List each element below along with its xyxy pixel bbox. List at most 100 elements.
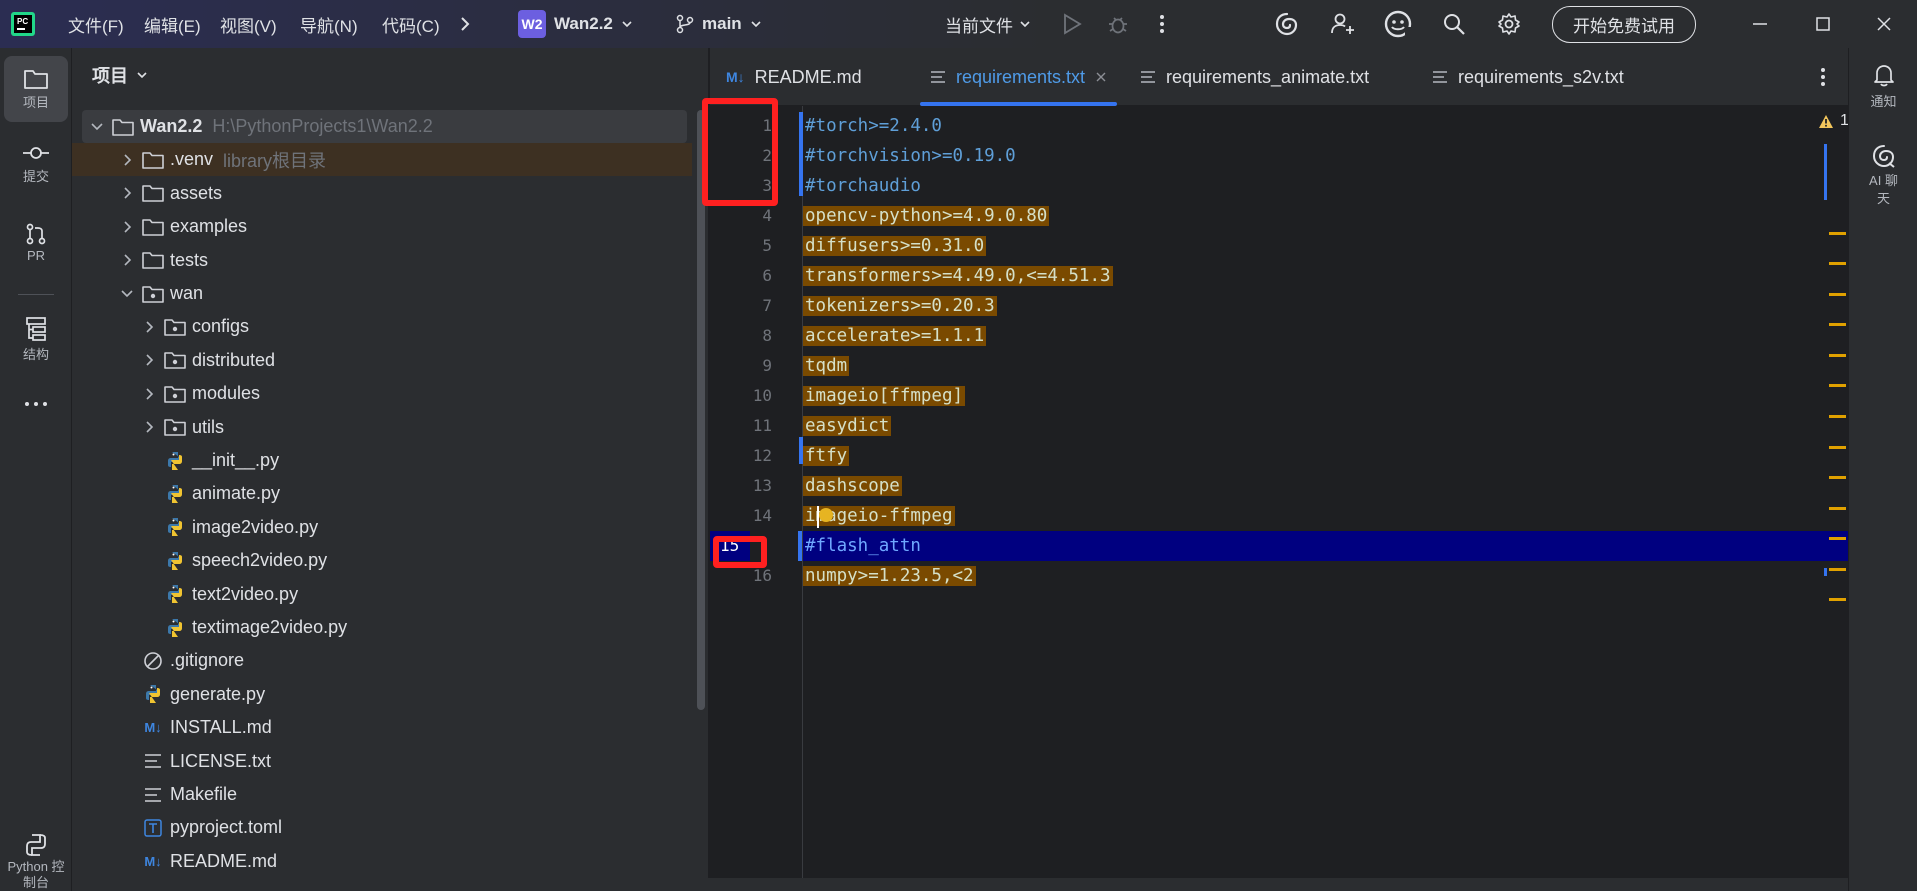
tree-item[interactable]: Makefile [72,778,692,811]
warning-stripe-mark[interactable] [1829,476,1846,479]
warning-stripe-mark[interactable] [1829,384,1846,387]
start-trial-button[interactable]: 开始免费试用 [1552,0,1696,48]
code-line[interactable]: easydict [803,411,1849,441]
warning-stripe-mark[interactable] [1829,415,1846,418]
line-number[interactable]: 10 [710,381,772,411]
line-number[interactable]: 7 [710,291,772,321]
code-line[interactable]: ftfy [803,441,1849,471]
tree-item[interactable]: LICENSE.txt [72,745,692,778]
warning-stripe-mark[interactable] [1829,232,1846,235]
warning-stripe-mark[interactable] [1829,262,1846,265]
line-number[interactable]: 6 [710,261,772,291]
tree-item[interactable]: .venv library根目录 [72,143,692,177]
run-icon[interactable] [1062,0,1082,48]
code-area[interactable]: #torch>=2.4.0 #torchvision>=0.19.0 #torcha… [799,106,1915,878]
line-number[interactable]: 5 [710,231,772,261]
tab-requirements-s2v[interactable]: requirements_s2v.txt [1432,48,1624,106]
tree-item[interactable]: tests [72,244,692,277]
tree-item[interactable]: configs [72,310,692,343]
more-actions-icon[interactable] [1158,0,1166,48]
code-line[interactable]: tokenizers>=0.20.3 [803,291,1849,321]
toolwindow-notifications[interactable]: 通知 [1849,62,1917,110]
tree-item[interactable]: assets [72,177,692,210]
code-line[interactable]: imageio[ffmpeg] [803,381,1849,411]
code-line[interactable]: opencv-python>=4.9.0.80 [803,201,1849,231]
menu-code[interactable]: 代码(C) [382,0,440,48]
tree-item[interactable]: .gitignore [72,644,692,677]
tree-item[interactable]: utils [72,411,692,444]
search-icon[interactable] [1442,0,1466,48]
tab-requirements[interactable]: requirements.txt [920,48,1118,106]
code-line[interactable]: tqdm [803,351,1849,381]
debug-icon[interactable] [1107,0,1129,48]
tree-item[interactable]: modules [72,377,692,410]
tree-item[interactable]: animate.py [72,477,692,510]
tree-item[interactable]: generate.py [72,678,692,711]
tree-item[interactable]: speech2video.py [72,544,692,577]
toolwindow-pull-requests[interactable]: PR [4,222,68,263]
project-switcher[interactable]: W2 Wan2.2 [518,0,633,48]
tree-item[interactable]: M↓ INSTALL.md [72,711,692,744]
toolwindow-structure[interactable]: 结构 [4,316,68,363]
code-line[interactable]: diffusers>=0.31.0 [803,231,1849,261]
warning-stripe-mark[interactable] [1829,293,1846,296]
menu-edit[interactable]: 编辑(E) [144,0,201,48]
tree-item[interactable]: examples [72,210,692,243]
tree-item[interactable]: pyproject.toml [72,811,692,844]
project-panel-header[interactable]: 项目 [92,62,148,88]
toolwindow-ai-chat[interactable]: AI 聊天 [1849,143,1917,208]
code-line[interactable]: #torch>=2.4.0 [803,111,1849,141]
line-number[interactable]: 13 [710,471,772,501]
settings-gear-icon[interactable] [1497,0,1521,48]
code-line[interactable]: dashscope [803,471,1849,501]
toolwindow-python-console[interactable]: Python 控制台 [4,832,68,891]
tree-item[interactable]: M↓ README.md [72,845,692,878]
toolwindow-commit[interactable]: 提交 [4,142,68,185]
tree-root-item[interactable]: Wan2.2 H:\PythonProjects1\Wan2.2 [82,110,687,143]
menu-file[interactable]: 文件(F) [68,0,124,48]
menu-navigate[interactable]: 导航(N) [300,0,358,48]
code-line[interactable]: numpy>=1.23.5,<2 [803,561,1849,591]
tree-item[interactable]: __init__.py [72,444,692,477]
line-number[interactable]: 14 [710,501,772,531]
more-tool-windows-icon[interactable] [4,400,68,408]
warning-stripe-mark[interactable] [1829,507,1846,510]
warning-stripe-mark[interactable] [1829,354,1846,357]
tab-requirements-animate[interactable]: requirements_animate.txt [1140,48,1369,106]
maximize-window-icon[interactable] [1815,0,1831,48]
warning-stripe-mark[interactable] [1829,537,1846,540]
tree-item[interactable]: textimage2video.py [72,611,692,644]
warning-stripe-mark[interactable] [1829,568,1846,571]
minimize-window-icon[interactable] [1752,0,1768,48]
code-line[interactable]: #flash_attn [803,531,1849,561]
intention-bulb-icon[interactable] [819,508,833,522]
tree-item[interactable]: image2video.py [72,511,692,544]
pycharm-logo-icon[interactable]: PC [10,0,36,48]
menu-view[interactable]: 视图(V) [220,0,277,48]
code-line[interactable]: imageio-ffmpeg [803,501,1849,531]
branch-switcher[interactable]: main [676,0,762,48]
code-line[interactable]: transformers>=4.49.0,<=4.51.3 [803,261,1849,291]
more-menus-chevron-icon[interactable] [458,0,472,48]
code-line[interactable]: accelerate>=1.1.1 [803,321,1849,351]
code-line[interactable]: #torchaudio [803,171,1849,201]
close-window-icon[interactable] [1876,0,1892,48]
warning-stripe-mark[interactable] [1829,598,1846,601]
tab-options-icon[interactable] [1820,48,1826,106]
run-config-selector[interactable]: 当前文件 [945,0,1031,48]
warning-stripe-mark[interactable] [1829,446,1846,449]
tree-item[interactable]: text2video.py [72,578,692,611]
code-with-me-icon[interactable] [1383,0,1413,48]
line-number[interactable]: 11 [710,411,772,441]
tree-item[interactable]: distributed [72,344,692,377]
add-user-icon[interactable] [1330,0,1356,48]
code-line[interactable]: #torchvision>=0.19.0 [803,141,1849,171]
ai-assistant-icon[interactable] [1274,0,1300,48]
line-number[interactable]: 9 [710,351,772,381]
warning-stripe-mark[interactable] [1829,323,1846,326]
line-number[interactable]: 8 [710,321,772,351]
tree-item[interactable]: wan [72,277,692,310]
line-number[interactable]: 12 [710,441,772,471]
toolwindow-project[interactable]: 项目 [4,56,68,122]
close-tab-icon[interactable] [1095,71,1107,83]
